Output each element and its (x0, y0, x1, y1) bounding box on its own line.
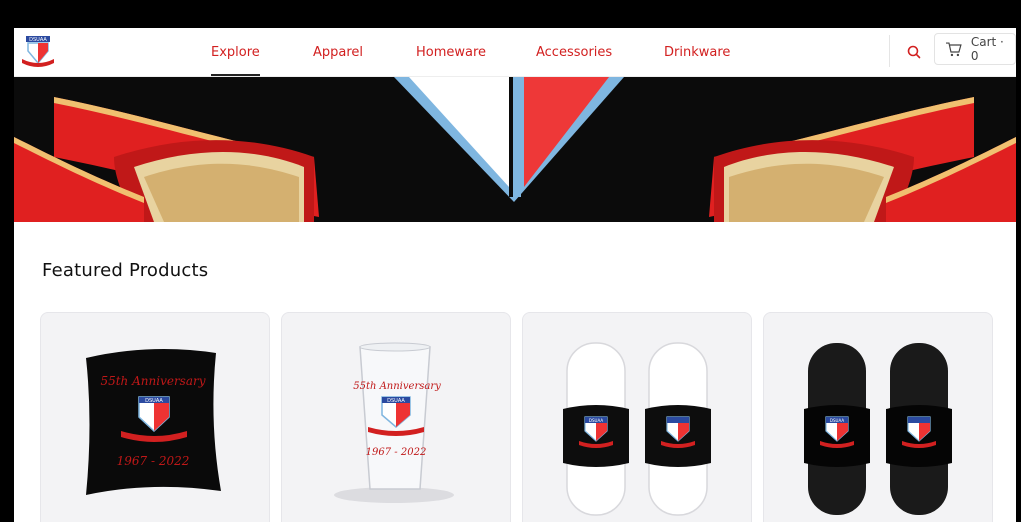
site-header: DSUAA Explore Apparel Homeware Accessori… (14, 28, 1016, 77)
search-icon (907, 45, 921, 59)
nav-item-label: Accessories (536, 44, 613, 60)
site-logo[interactable]: DSUAA (20, 35, 56, 69)
nav-item-homeware[interactable]: Homeware (416, 28, 486, 76)
pillow-text-top: 55th Anniversary (100, 374, 205, 388)
product-card-slides-black[interactable]: DSUAA (763, 312, 993, 522)
nav-item-label: Homeware (416, 44, 487, 60)
nav-item-label: Drinkware (664, 44, 731, 60)
product-image-slides-black: DSUAA (804, 343, 952, 515)
banner-ribbon-right (709, 97, 1016, 222)
nav-item-drinkware[interactable]: Drinkware (664, 28, 730, 76)
glass-badge: DSUAA (387, 398, 405, 404)
nav-item-apparel[interactable]: Apparel (313, 28, 363, 76)
slide-white-badge-text: DSUAA (589, 418, 603, 423)
cart-icon (945, 42, 962, 57)
pillow-badge: DSUAA (145, 398, 163, 404)
product-image-pint-glass: 55th Anniversary DSUAA 1967 - 2022 (334, 342, 454, 503)
header-divider (889, 35, 890, 67)
product-image-slides-white: DSUAA (563, 342, 711, 516)
product-card-pint-glass[interactable]: 55th Anniversary DSUAA 1967 - 2022 (281, 312, 511, 522)
banner-ribbon-left (14, 97, 319, 222)
product-card-slides-white[interactable]: DSUAA (522, 312, 752, 522)
search-button[interactable] (904, 42, 924, 62)
page-frame: DSUAA Explore Apparel Homeware Accessori… (14, 28, 1016, 522)
nav-item-label: Apparel (313, 44, 364, 60)
product-image-pillow: 55th Anniversary DSUAA 1967 - 2022 (86, 349, 221, 495)
logo-text: DSUAA (29, 37, 47, 43)
glass-text-top: 55th Anniversary (353, 381, 441, 392)
product-card-pillow[interactable]: 55th Anniversary DSUAA 1967 - 2022 (40, 312, 270, 522)
pillow-text-bottom: 1967 - 2022 (117, 454, 190, 468)
cart-label: Cart · 0 (970, 35, 1004, 63)
glass-text-bottom: 1967 - 2022 (366, 447, 427, 458)
nav-item-explore[interactable]: Explore (211, 28, 260, 76)
cart-button[interactable]: Cart · 0 (934, 33, 1016, 65)
banner-shield (394, 77, 624, 202)
nav-item-accessories[interactable]: Accessories (536, 28, 612, 76)
featured-products-heading: Featured Products (42, 260, 209, 281)
slide-black-badge-text: DSUAA (830, 418, 844, 423)
nav-item-label: Explore (211, 44, 260, 60)
hero-banner (14, 77, 1016, 222)
